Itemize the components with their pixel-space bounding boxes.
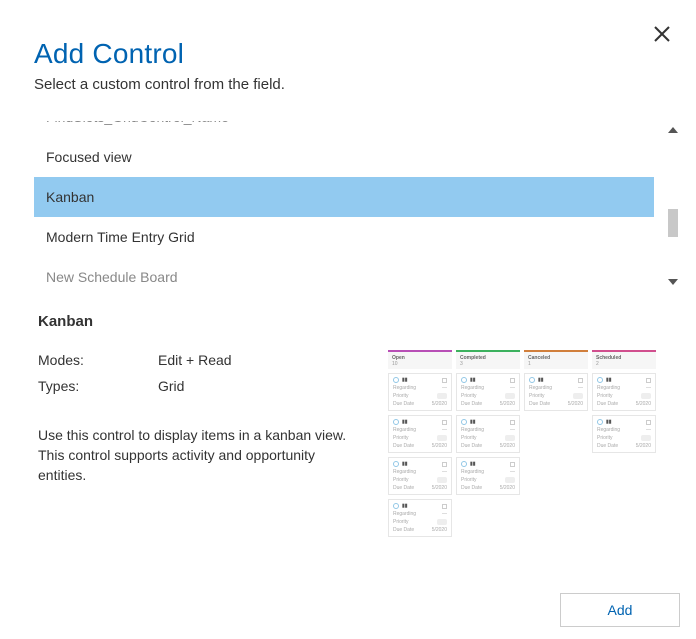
preview-card: ▮▮Regarding—Priority Due Date5/2020 xyxy=(388,373,452,411)
scroll-track[interactable] xyxy=(664,139,682,273)
modes-label: Modes: xyxy=(38,350,158,370)
dialog-title: Add Control xyxy=(34,38,662,70)
details-description: Use this control to display items in a k… xyxy=(38,425,358,486)
preview-card: ▮▮Regarding—Priority Due Date5/2020 xyxy=(456,415,520,453)
preview-column-header: Canceled1 xyxy=(524,350,588,369)
preview-card: ▮▮Regarding—Priority Due Date5/2020 xyxy=(456,457,520,495)
scrollbar[interactable] xyxy=(664,121,682,291)
dialog-subtitle: Select a custom control from the field. xyxy=(34,76,662,93)
add-button[interactable]: Add xyxy=(560,593,680,627)
modes-value: Edit + Read xyxy=(158,350,232,370)
details-title: Kanban xyxy=(38,313,658,330)
control-list-item[interactable]: New Schedule Board xyxy=(34,257,654,285)
preview-column-header: Completed3 xyxy=(456,350,520,369)
control-list-item[interactable]: FindSlots_GridControl_Name xyxy=(34,121,654,137)
types-label: Types: xyxy=(38,376,158,396)
preview-card: ▮▮Regarding—Priority Due Date5/2020 xyxy=(388,415,452,453)
preview-card: ▮▮Regarding—Priority Due Date5/2020 xyxy=(388,457,452,495)
close-button[interactable] xyxy=(650,22,674,46)
preview-card: ▮▮Regarding—Priority Due Date5/2020 xyxy=(592,373,656,411)
scroll-up-arrow-icon[interactable] xyxy=(664,121,682,139)
preview-card: ▮▮Regarding—Priority Due Date5/2020 xyxy=(456,373,520,411)
preview-card: ▮▮Regarding—Priority Due Date5/2020 xyxy=(524,373,588,411)
preview-column: Open10 ▮▮Regarding—Priority Due Date5/202… xyxy=(388,350,452,537)
types-value: Grid xyxy=(158,376,184,396)
control-list: FindSlots_GridControl_NameFocused viewKa… xyxy=(34,121,654,285)
scroll-down-arrow-icon[interactable] xyxy=(664,273,682,291)
preview-column: Scheduled2 ▮▮Regarding—Priority Due Date5… xyxy=(592,350,656,537)
preview-card: ▮▮Regarding—Priority Due Date5/2020 xyxy=(388,499,452,537)
preview-column-header: Scheduled2 xyxy=(592,350,656,369)
control-list-item[interactable]: Modern Time Entry Grid xyxy=(34,217,654,257)
close-icon xyxy=(654,26,670,42)
control-list-item[interactable]: Focused view xyxy=(34,137,654,177)
scroll-thumb[interactable] xyxy=(668,209,678,237)
preview-column: Canceled1 ▮▮Regarding—Priority Due Date5/… xyxy=(524,350,588,537)
preview-card: ▮▮Regarding—Priority Due Date5/2020 xyxy=(592,415,656,453)
control-list-item[interactable]: Kanban xyxy=(34,177,654,217)
preview-column-header: Open10 xyxy=(388,350,452,369)
preview-column: Completed3 ▮▮Regarding—Priority Due Date5… xyxy=(456,350,520,537)
preview-image: Open10▮▮Regarding—Priority Due Date5/202… xyxy=(388,350,656,537)
